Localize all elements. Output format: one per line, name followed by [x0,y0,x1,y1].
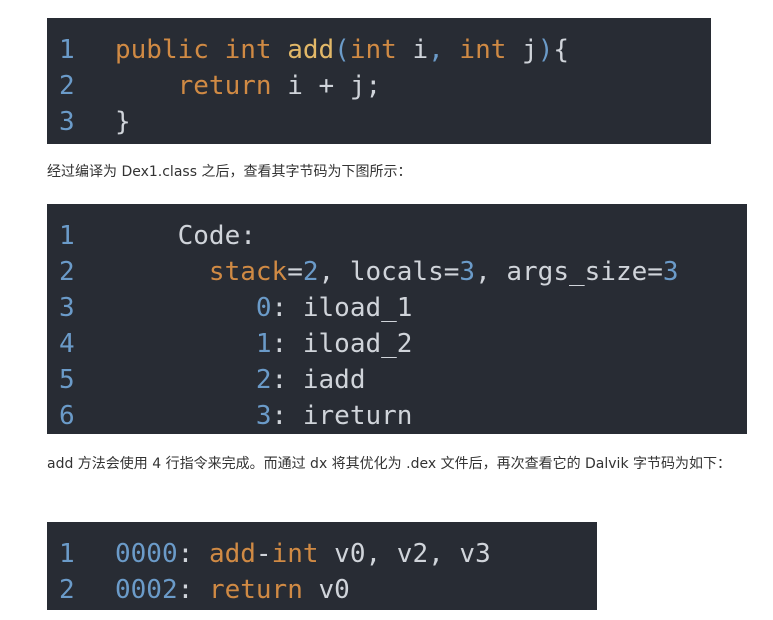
code-line: 1 public int add(int i, int j){ [47,32,711,68]
line-number: 6 [59,401,75,431]
line-number: 5 [59,365,75,395]
code-token: i + j; [287,71,382,101]
code-text: 3: ireturn [115,398,413,434]
code-token: : iload_1 [271,293,413,323]
code-token: : [177,539,209,569]
code-token: int [459,35,523,65]
code-block-java-source: 1 public int add(int i, int j){2 return i… [47,18,711,144]
code-line: 6 3: ireturn [47,398,747,434]
code-token: - [255,539,272,569]
code-token: i [412,35,429,65]
line-number: 4 [59,329,75,359]
code-token: v0 [302,575,350,605]
code-token: 2 [255,365,272,395]
code-token: j [522,35,538,65]
code-token: { [553,35,570,65]
code-text: 0002: return v0 [115,572,350,608]
code-token: 3 [255,401,272,431]
code-token: : ireturn [271,401,413,431]
code-token: int [224,35,288,65]
code-token: } [115,107,131,137]
code-token: , [428,35,460,65]
code-token: 0 [255,293,272,323]
code-token: stack [208,257,288,287]
code-token: add [208,539,256,569]
code-token: 2 [302,257,319,287]
code-token: return [177,71,288,101]
line-number: 2 [59,257,75,287]
line-number: 2 [59,575,75,605]
code-block-java-bytecode: 1 Code: 2 stack=2, locals=3, args_size=3 3… [47,204,747,434]
code-token: 1 [255,329,272,359]
code-token: ( [334,35,350,65]
code-text: 1: iload_2 [115,326,413,362]
line-number: 3 [59,293,75,323]
code-token: 3 [459,257,476,287]
code-token: v0, v2, v3 [318,539,491,569]
code-token: : iadd [271,365,366,395]
line-number: 1 [59,35,75,65]
paragraph-dalvik-note: add 方法会使用 4 行指令来完成。而通过 dx 将其优化为 .dex 文件后… [47,456,732,472]
line-number: 3 [59,107,75,137]
code-token: = [287,257,303,287]
code-text: Code: [115,218,256,254]
code-token: public [115,35,225,65]
code-line: 1 0000: add-int v0, v2, v3 [47,536,597,572]
line-number: 1 [59,221,75,251]
code-token: 0002 [115,575,178,605]
code-line: 2 stack=2, locals=3, args_size=3 [47,254,747,290]
code-text: 2: iadd [115,362,366,398]
code-text: } [115,104,131,140]
code-token: int [349,35,413,65]
code-token: 3 [662,257,679,287]
code-line: 3 0: iload_1 [47,290,747,326]
code-line: 2 0002: return v0 [47,572,597,608]
code-token: Code: [115,221,256,251]
code-token: add [287,35,335,65]
code-token: int [271,539,319,569]
code-token: ) [537,35,554,65]
code-text: stack=2, locals=3, args_size=3 [115,254,679,290]
code-block-dalvik-bytecode: 1 0000: add-int v0, v2, v3 2 0002: return v… [47,522,597,610]
code-line: 4 1: iload_2 [47,326,747,362]
code-line: 1 Code: [47,218,747,254]
code-line: 3} [47,104,711,140]
code-token: : iload_2 [271,329,413,359]
code-text: 0: iload_1 [115,290,413,326]
paragraph-compile-note: 经过编译为 Dex1.class 之后，查看其字节码为下图所示： [47,164,412,180]
line-number: 2 [59,71,75,101]
code-token: , args_size= [475,257,663,287]
code-token: return [208,575,303,605]
code-token: : [177,575,209,605]
line-number: 1 [59,539,75,569]
code-token: , locals= [318,257,460,287]
code-text: return i + j; [115,68,382,104]
code-text: 0000: add-int v0, v2, v3 [115,536,491,572]
code-line: 5 2: iadd [47,362,747,398]
code-token: 0000 [115,539,178,569]
code-text: public int add(int i, int j){ [115,32,569,68]
code-line: 2 return i + j; [47,68,711,104]
